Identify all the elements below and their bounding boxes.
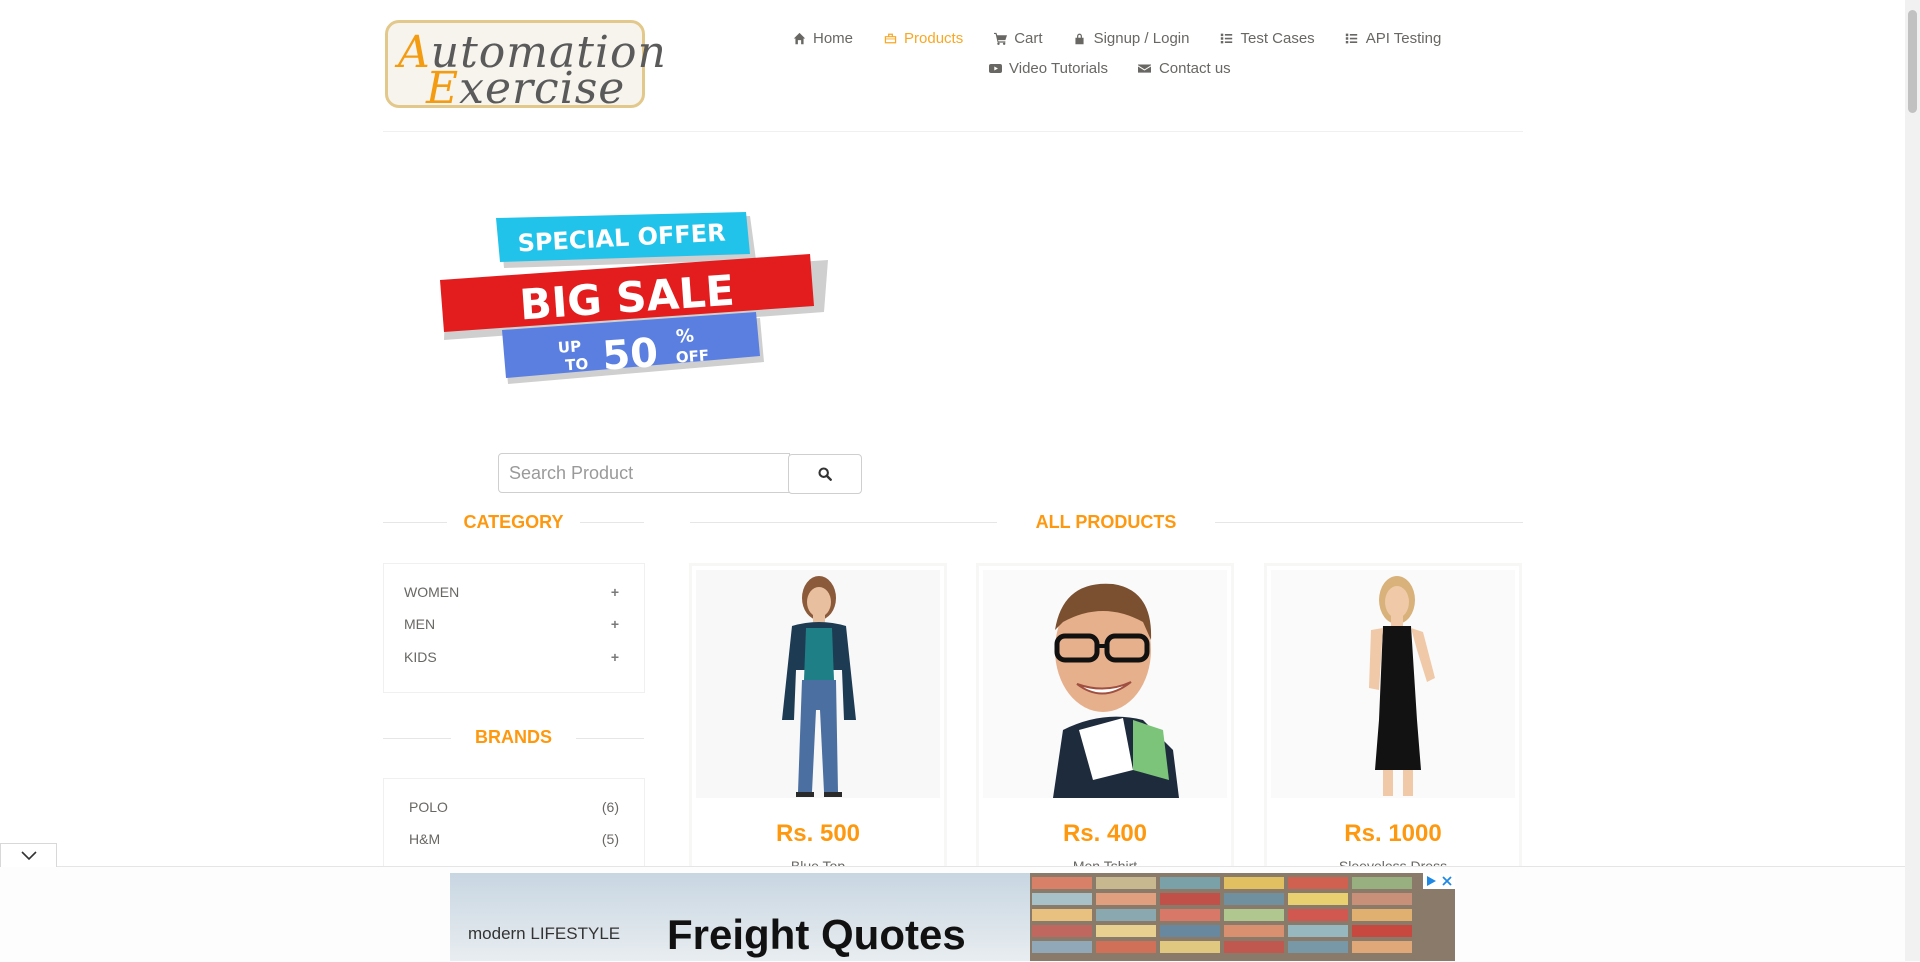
banner-off-text: OFF — [675, 346, 709, 366]
brand-polo-label: POLO — [409, 799, 448, 815]
search-input[interactable]: Search Product — [498, 453, 790, 493]
nav-products[interactable]: Products — [883, 30, 963, 47]
ad-headline: Freight Quotes — [667, 911, 966, 958]
plus-icon[interactable]: + — [611, 584, 619, 600]
lock-icon — [1073, 32, 1087, 46]
banner-percent-text: % — [675, 325, 694, 347]
nav-signup-login-label: Signup / Login — [1093, 30, 1190, 47]
nav-row-2: Video Tutorials Contact us — [988, 60, 1261, 77]
category-men-label: MEN — [404, 616, 436, 632]
nav-home-label: Home — [813, 30, 854, 47]
ad-brand-text: modern LIFESTYLE — [468, 924, 620, 943]
nav-video-tutorials[interactable]: Video Tutorials — [988, 60, 1108, 77]
product-image[interactable] — [1271, 570, 1515, 798]
category-title-line-left — [383, 522, 447, 523]
brand-hm[interactable]: H&M (5) — [409, 831, 619, 847]
product-image[interactable] — [983, 570, 1227, 798]
banner-50-text: 50 — [601, 330, 660, 380]
youtube-icon — [988, 62, 1002, 76]
nav-test-cases-label: Test Cases — [1240, 30, 1315, 47]
nav-api-testing[interactable]: API Testing — [1345, 30, 1442, 47]
category-women[interactable]: WOMEN + — [404, 584, 619, 600]
special-offer-banner: SPECIAL OFFER BIG SALE UP TO 50 % OFF — [440, 212, 828, 384]
products-title-line-left — [690, 522, 997, 523]
logo-line2-rest: xercise — [459, 63, 626, 114]
nav-home[interactable]: Home — [792, 30, 853, 47]
ad-collapse-button[interactable] — [0, 843, 57, 867]
brands-title-line-right — [576, 738, 644, 739]
envelope-icon — [1138, 62, 1152, 76]
nav-test-cases[interactable]: Test Cases — [1219, 30, 1315, 47]
category-women-label: WOMEN — [404, 584, 460, 600]
nav-cart[interactable]: Cart — [993, 30, 1043, 47]
product-card: Rs. 500 Blue Top — [689, 563, 947, 874]
plus-icon[interactable]: + — [611, 616, 619, 632]
product-price: Rs. 1000 — [1344, 820, 1442, 847]
banner-up-text: UP — [557, 337, 581, 357]
ad-banner[interactable]: modern LIFESTYLE Freight Quotes — [450, 873, 1455, 961]
brand-hm-count: (5) — [601, 831, 619, 847]
plus-icon[interactable]: + — [611, 649, 619, 665]
nav-signup-login[interactable]: Signup / Login — [1073, 30, 1190, 47]
product-card: Rs. 1000 Sleeveless Dress — [1264, 563, 1522, 874]
nav-products-label: Products — [904, 30, 964, 47]
nav-contact-us[interactable]: Contact us — [1138, 60, 1231, 77]
all-products-title: ALL PRODUCTS — [1035, 512, 1177, 532]
brands-title-line-left — [383, 738, 451, 739]
nav-cart-label: Cart — [1014, 30, 1043, 47]
brand-polo-count: (6) — [601, 799, 619, 815]
products-icon — [883, 32, 897, 46]
nav-row-1: Home Products Cart Signup / Login Test C… — [792, 30, 1471, 47]
cart-icon — [993, 32, 1007, 46]
category-men[interactable]: MEN + — [404, 616, 619, 632]
category-panel: WOMEN + MEN + KIDS + — [383, 563, 645, 693]
brand-polo[interactable]: POLO (6) — [409, 799, 619, 815]
product-image[interactable] — [696, 570, 940, 798]
category-kids[interactable]: KIDS + — [404, 649, 619, 665]
home-icon — [792, 32, 806, 46]
page-scrollbar[interactable] — [1905, 0, 1920, 961]
scrollbar-thumb[interactable] — [1908, 10, 1917, 113]
chevron-down-icon — [20, 850, 37, 860]
category-kids-label: KIDS — [404, 649, 437, 665]
nav-video-tutorials-label: Video Tutorials — [1009, 60, 1108, 77]
list-icon — [1219, 32, 1233, 46]
product-price: Rs. 400 — [1062, 820, 1148, 847]
products-title-line-right — [1215, 522, 1523, 523]
logo-line2: Exercise — [426, 63, 626, 114]
product-card: Rs. 400 Men Tshirt — [976, 563, 1234, 874]
list-icon — [1345, 32, 1359, 46]
header-divider — [383, 131, 1523, 132]
search-button[interactable] — [788, 454, 862, 494]
product-price: Rs. 500 — [775, 820, 861, 847]
search-placeholder: Search Product — [509, 462, 634, 483]
brand-hm-label: H&M — [409, 831, 441, 847]
nav-contact-us-label: Contact us — [1158, 60, 1231, 77]
search-icon — [818, 467, 832, 481]
brands-title: BRANDS — [474, 727, 552, 747]
banner-to-text: TO — [565, 355, 589, 375]
category-title-line-right — [580, 522, 644, 523]
nav-api-testing-label: API Testing — [1365, 30, 1442, 47]
category-title: CATEGORY — [463, 512, 564, 532]
site-logo[interactable]: Automation Exercise — [385, 20, 666, 114]
